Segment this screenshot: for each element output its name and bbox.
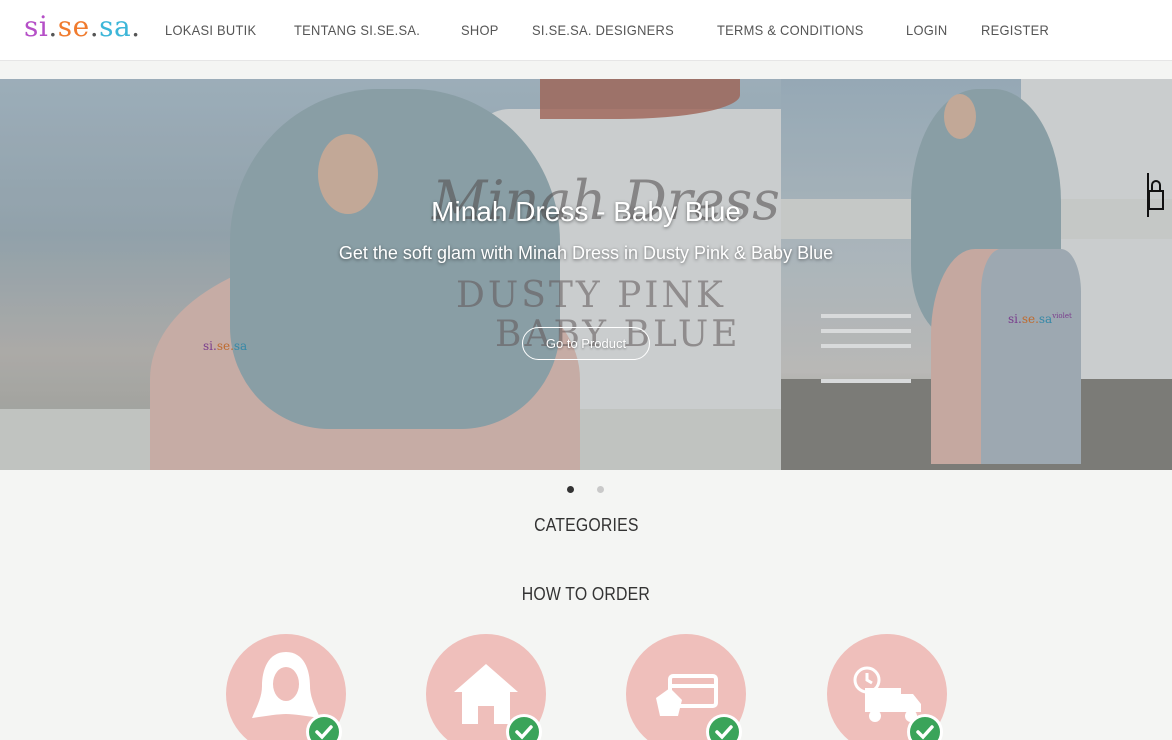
go-to-product-button[interactable]: Go to Product (522, 327, 650, 360)
nav-lokasi-butik[interactable]: LOKASI BUTIK (165, 22, 256, 38)
site-header: si.se.sa. LOKASI BUTIK TENTANG SI.SE.SA.… (0, 0, 1172, 61)
nav-shop[interactable]: SHOP (461, 22, 499, 38)
how-to-order-heading: HOW TO ORDER (521, 584, 651, 604)
check-icon (306, 714, 342, 740)
logo-part-se: se (57, 10, 90, 43)
logo-part-si: si (24, 10, 49, 43)
slide-title: Minah Dress - Baby Blue (431, 196, 741, 227)
nav-register[interactable]: REGISTER (981, 22, 1049, 38)
logo-dot: . (131, 10, 141, 43)
nav-designers[interactable]: SI.SE.SA. DESIGNERS (532, 22, 674, 38)
logo-dot: . (48, 10, 58, 43)
check-icon (506, 714, 542, 740)
step-delivery (827, 634, 947, 740)
shopping-bag-icon[interactable] (1145, 165, 1167, 225)
step-payment (626, 634, 746, 740)
slider-dot-2[interactable] (597, 486, 604, 493)
categories-heading: CATEGORIES (533, 515, 639, 535)
site-logo[interactable]: si.se.sa. (24, 10, 141, 43)
check-icon (907, 714, 943, 740)
slide-subtitle: Get the soft glam with Minah Dress in Du… (338, 243, 834, 263)
nav-tentang[interactable]: TENTANG SI.SE.SA. (294, 22, 420, 38)
main-nav: LOKASI BUTIK TENTANG SI.SE.SA. SHOP SI.S… (165, 22, 1085, 38)
logo-part-sa: sa (99, 10, 132, 43)
nav-login[interactable]: LOGIN (906, 22, 947, 38)
slider-pagination (567, 486, 627, 493)
logo-dot: . (89, 10, 100, 43)
step-choose-product (226, 634, 346, 740)
check-icon (706, 714, 742, 740)
slider-dot-1[interactable] (567, 486, 574, 493)
hero-slider[interactable]: Minah Dress DUSTY PINK BABY BLUE si.se.s… (0, 79, 1172, 470)
nav-terms[interactable]: TERMS & CONDITIONS (717, 22, 864, 38)
slide-dim-overlay (0, 79, 1172, 470)
step-store (426, 634, 546, 740)
